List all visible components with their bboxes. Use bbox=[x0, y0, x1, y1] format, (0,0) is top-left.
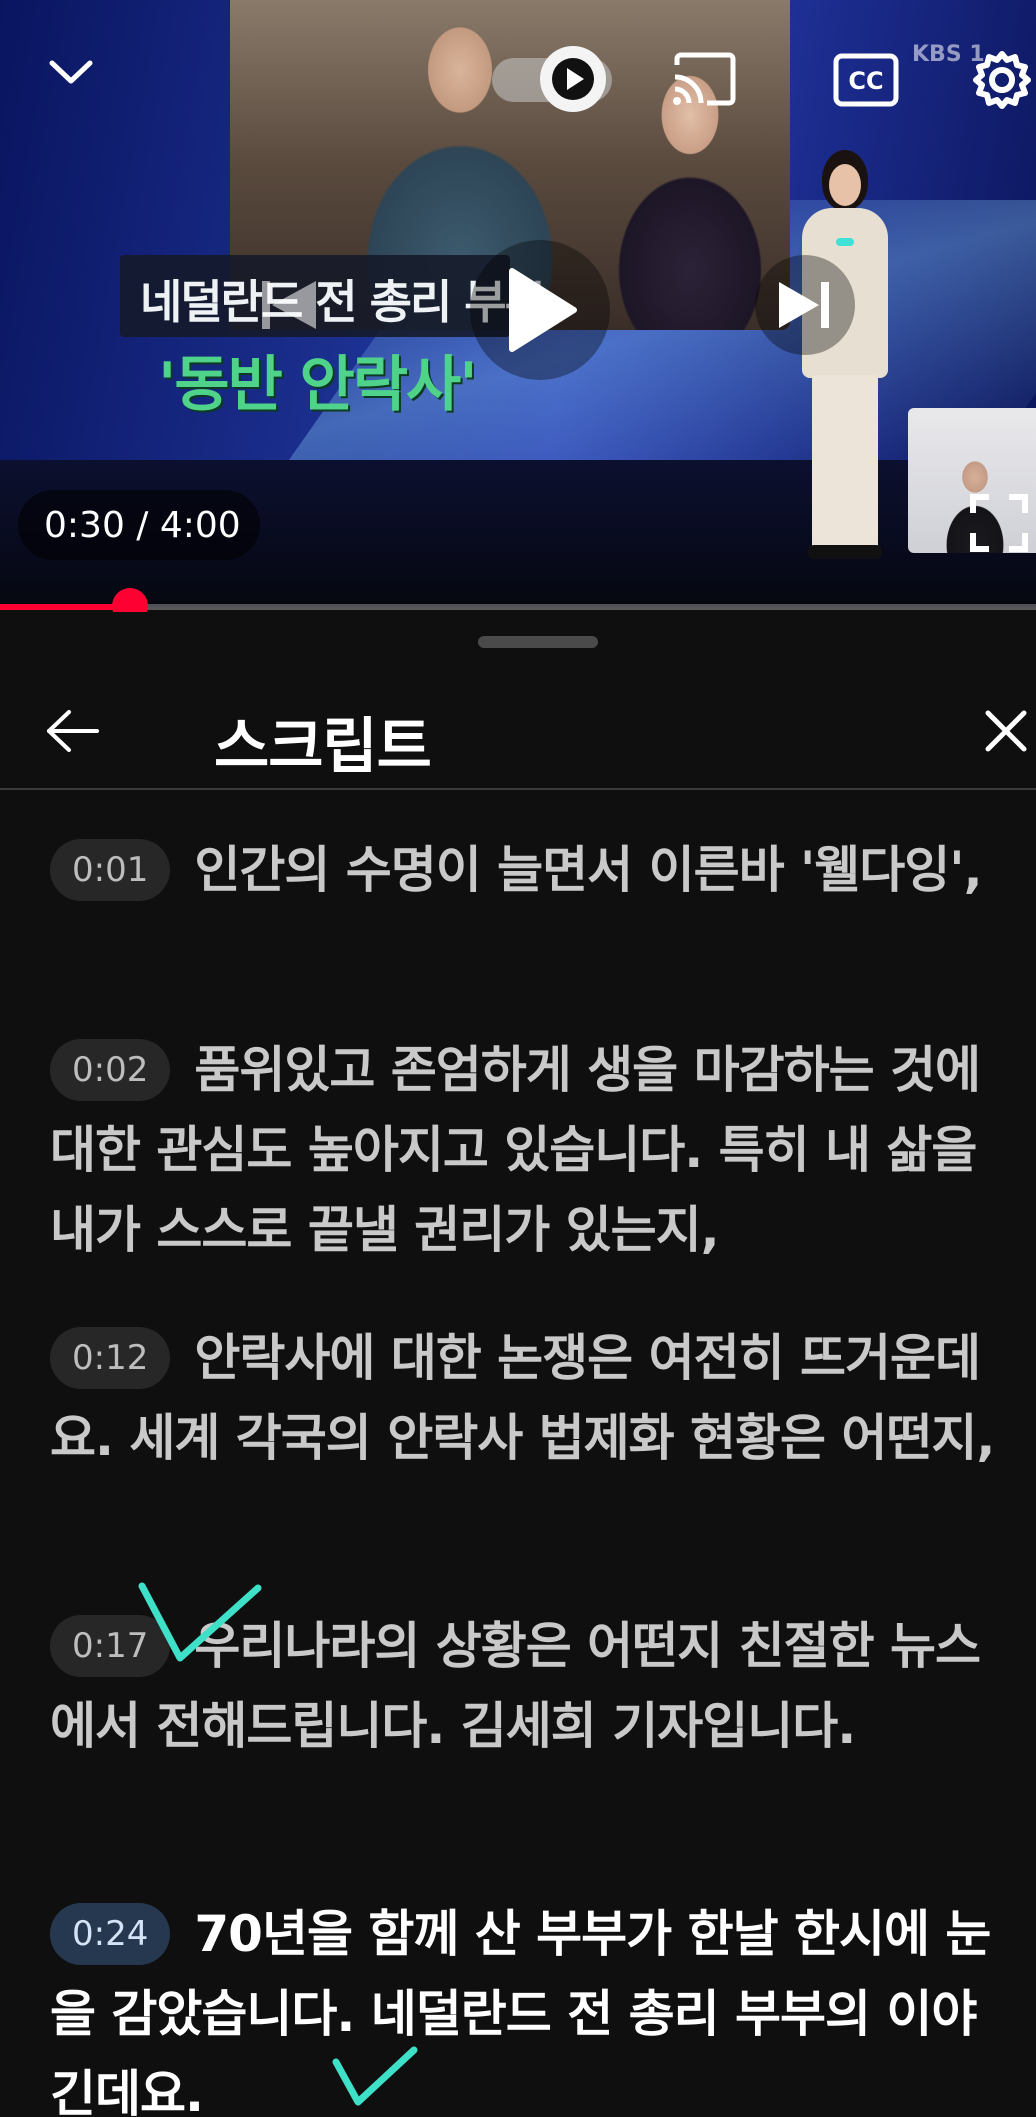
next-icon bbox=[779, 282, 829, 328]
panel-drag-handle[interactable] bbox=[478, 636, 598, 648]
segment-text: 품위있고 존엄하게 생을 마감하는 것에 대한 관심도 높아지고 있습니다. 특… bbox=[50, 1041, 981, 1259]
transcript-segment[interactable]: 0:12 안락사에 대한 논쟁은 여전히 뜨거운데요. 세계 각국의 안락사 법제… bbox=[0, 1318, 1036, 1558]
segment-timestamp[interactable]: 0:12 bbox=[50, 1327, 171, 1389]
cast-icon bbox=[673, 52, 736, 106]
segment-timestamp[interactable]: 0:01 bbox=[50, 839, 171, 901]
gear-icon bbox=[973, 51, 1031, 109]
segment-text: 안락사에 대한 논쟁은 여전히 뜨거운데요. 세계 각국의 안락사 법제화 현황… bbox=[50, 1329, 995, 1467]
segment-text-block: 0:01 인간의 수명이 늘면서 이른바 '웰다잉', bbox=[50, 830, 1010, 910]
segment-text-block: 0:02 품위있고 존엄하게 생을 마감하는 것에 대한 관심도 높아지고 있습니… bbox=[50, 1030, 1010, 1270]
back-arrow-icon bbox=[47, 710, 99, 752]
fullscreen-icon bbox=[970, 494, 1028, 552]
handwritten-checkmark bbox=[138, 1582, 262, 1662]
settings-button[interactable] bbox=[968, 44, 1036, 116]
chevron-down-icon bbox=[49, 60, 93, 84]
transcript-segment[interactable]: 0:02 품위있고 존엄하게 생을 마감하는 것에 대한 관심도 높아지고 있습니… bbox=[0, 1030, 1036, 1270]
cc-icon: CC bbox=[833, 53, 899, 107]
collapse-player-button[interactable] bbox=[36, 42, 106, 102]
transcript-segment[interactable]: 0:01 인간의 수명이 늘면서 이른바 '웰다잉', bbox=[0, 830, 1036, 990]
autoplay-toggle[interactable] bbox=[492, 46, 612, 112]
previous-icon bbox=[262, 281, 316, 329]
back-button[interactable] bbox=[36, 698, 110, 764]
captions-button[interactable]: CC bbox=[826, 50, 906, 110]
time-text: 0:30 / 4:00 bbox=[44, 504, 241, 546]
fullscreen-button[interactable] bbox=[962, 478, 1036, 568]
next-button[interactable] bbox=[755, 255, 855, 355]
time-display: 0:30 / 4:00 bbox=[18, 490, 260, 560]
segment-text: 70년을 함께 산 부부가 한날 한시에 눈을 감았습니다. 네덜란드 전 총리… bbox=[50, 1905, 991, 2117]
transcript-segment-active[interactable]: 0:24 70년을 함께 산 부부가 한날 한시에 눈을 감았습니다. 네덜란드 … bbox=[0, 1894, 1036, 2117]
video-player[interactable]: 네덜란드 전 총리 부부 '동반 안락사' KBS 1 CC 0:30 / 4:… bbox=[0, 0, 1036, 607]
progress-bar[interactable] bbox=[0, 588, 1036, 624]
play-icon bbox=[509, 268, 577, 352]
svg-text:CC: CC bbox=[848, 67, 883, 95]
segment-text-block: 0:12 안락사에 대한 논쟁은 여전히 뜨거운데요. 세계 각국의 안락사 법제… bbox=[50, 1318, 1010, 1478]
segment-text-block: 0:24 70년을 함께 산 부부가 한날 한시에 눈을 감았습니다. 네덜란드 … bbox=[50, 1894, 1010, 2117]
previous-button[interactable] bbox=[240, 255, 340, 355]
cast-button[interactable] bbox=[664, 46, 744, 112]
panel-title: 스크립트 bbox=[214, 712, 432, 782]
segment-timestamp[interactable]: 0:24 bbox=[50, 1903, 171, 1965]
segment-text: 인간의 수명이 늘면서 이른바 '웰다잉', bbox=[194, 841, 982, 899]
play-button[interactable] bbox=[470, 240, 610, 380]
autoplay-icon bbox=[552, 58, 594, 100]
progress-bar-fill bbox=[0, 604, 130, 610]
transcript-header: 스크립트 bbox=[0, 672, 1036, 790]
handwritten-checkmark bbox=[332, 2046, 418, 2106]
news-anchor bbox=[790, 150, 900, 560]
segment-timestamp[interactable]: 0:02 bbox=[50, 1039, 171, 1101]
transcript-panel: 스크립트 0:01 인간의 수명이 늘면서 이른바 '웰다잉', 0:02 품위있고… bbox=[0, 612, 1036, 2117]
close-button[interactable] bbox=[976, 698, 1036, 764]
close-icon bbox=[985, 710, 1027, 752]
